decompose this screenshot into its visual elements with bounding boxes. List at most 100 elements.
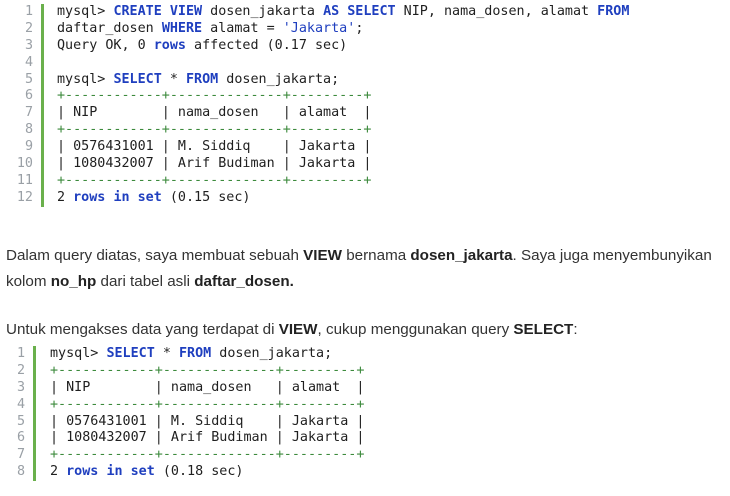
code-line: 3 Query OK, 0 rows affected (0.17 sec) (0, 37, 730, 55)
sql-keyword: SELECT (106, 346, 155, 361)
code-token: ; (355, 20, 364, 36)
bold-term: dosen_jakarta (410, 247, 513, 265)
code-line: 11 +------------+--------------+---------… (0, 172, 730, 190)
paragraph-text: , cukup menggunakan query (317, 321, 514, 339)
sql-keyword: rows (73, 189, 106, 205)
paragraph-text: Dalam query diatas, saya membuat sebuah (6, 247, 304, 265)
sql-keyword: CREATE VIEW (113, 4, 203, 19)
line-number: 7 (0, 447, 36, 465)
code-text: mysql> CREATE VIEW dosen_jakarta AS SELE… (44, 4, 629, 21)
code-text: +------------+--------------+---------+ (36, 397, 364, 414)
bold-term: daftar_dosen. (194, 273, 294, 291)
bold-term: SELECT (513, 321, 574, 339)
line-number: 3 (0, 379, 36, 397)
sql-keyword: AS SELECT (323, 4, 396, 19)
code-text: | 1080432007 | Arif Budiman | Jakarta | (44, 156, 371, 173)
code-token: mysql> (50, 346, 107, 361)
code-token: 2 (57, 189, 74, 205)
code-token: dosen_jakarta (202, 4, 324, 19)
code-token: mysql> (57, 71, 114, 87)
sql-keyword: set (137, 189, 162, 205)
line-number: 12 (0, 189, 44, 207)
code-line: 3 | NIP | nama_dosen | alamat | (0, 379, 730, 397)
code-text: +------------+--------------+---------+ (36, 447, 364, 464)
paragraph-text: bernama (342, 247, 411, 265)
code-text: +------------+--------------+---------+ (44, 88, 371, 105)
line-number: 5 (0, 413, 36, 431)
line-number: 3 (0, 37, 44, 55)
code-line: 9 | 0576431001 | M. Siddiq | Jakarta | (0, 139, 730, 157)
line-number: 8 (0, 122, 44, 140)
code-token: | 0576431001 | M. Siddiq | Jakarta | (50, 413, 365, 429)
code-text: +------------+--------------+---------+ (36, 363, 364, 380)
sql-keyword: rows (153, 37, 186, 53)
code-token: +------------+--------------+---------+ (50, 447, 365, 463)
code-line: 1 mysql> CREATE VIEW dosen_jakarta AS SEL… (0, 4, 730, 21)
sql-keyword: rows (66, 464, 99, 480)
code-line: 10 | 1080432007 | Arif Budiman | Jakarta … (0, 156, 730, 173)
line-number: 4 (0, 396, 36, 414)
code-token: | 0576431001 | M. Siddiq | Jakarta | (57, 139, 372, 155)
bold-term: no_hp (50, 273, 97, 291)
line-number: 2 (0, 362, 36, 380)
code-token: daftar_dosen (57, 20, 162, 36)
line-number: 7 (0, 105, 44, 123)
code-text: +------------+--------------+---------+ (44, 122, 371, 139)
code-token: * (161, 71, 186, 87)
line-number: 10 (0, 156, 44, 173)
line-number: 5 (0, 71, 44, 89)
paragraph-text: dari tabel asli (96, 273, 195, 291)
paragraph-text: : (573, 321, 578, 339)
code-token: Query OK, 0 (57, 37, 154, 53)
sql-keyword: FROM (179, 346, 212, 361)
code-line: 7 | NIP | nama_dosen | alamat | (0, 105, 730, 123)
code-text: daftar_dosen WHERE alamat = 'Jakarta'; (44, 21, 363, 38)
line-number: 9 (0, 139, 44, 157)
line-number: 4 (0, 54, 44, 72)
line-number: 6 (0, 88, 44, 106)
code-line: 7 +------------+--------------+---------+ (0, 447, 730, 465)
code-token: dosen_jakarta; (211, 346, 333, 361)
line-number: 1 (0, 346, 36, 363)
code-line: 2 +------------+--------------+---------+ (0, 362, 730, 380)
code-token: alamat = (202, 20, 283, 36)
code-token: affected (0.17 sec) (186, 37, 348, 53)
code-token: dosen_jakarta; (218, 71, 340, 87)
code-token: | NIP | nama_dosen | alamat | (57, 105, 372, 121)
sql-keyword: SELECT (113, 71, 162, 87)
code-text: | 0576431001 | M. Siddiq | Jakarta | (36, 414, 364, 431)
code-token: NIP, nama_dosen, alamat (395, 4, 598, 19)
sql-keyword: FROM (597, 4, 630, 19)
sql-keyword: set (130, 464, 155, 480)
code-token: | 1080432007 | Arif Budiman | Jakarta | (57, 156, 372, 172)
code-line: 12 2 rows in set (0.15 sec) (0, 189, 730, 207)
code-block-select-view: 1 mysql> SELECT * FROM dosen_jakarta; 2 +--… (0, 346, 730, 492)
line-number: 1 (0, 4, 44, 21)
code-token: (0.18 sec) (154, 464, 244, 480)
code-block-create-view: 1 mysql> CREATE VIEW dosen_jakarta AS SEL… (0, 4, 730, 216)
code-line: 1 mysql> SELECT * FROM dosen_jakarta; (0, 346, 730, 363)
code-line: 6 +------------+--------------+---------+ (0, 88, 730, 106)
line-number: 11 (0, 172, 44, 190)
sql-string: 'Jakarta' (282, 20, 356, 36)
code-line: 4 +------------+--------------+---------+ (0, 396, 730, 414)
bold-term: VIEW (303, 247, 342, 265)
code-text: 2 rows in set (0.18 sec) (36, 464, 244, 481)
paragraph-select-instruction: Untuk mengakses data yang terdapat di VI… (6, 317, 724, 343)
paragraph-text: Untuk mengakses data yang terdapat di (6, 321, 279, 339)
code-line: 2 daftar_dosen WHERE alamat = 'Jakarta'; (0, 20, 730, 38)
code-token: +------------+--------------+---------+ (57, 172, 372, 188)
line-number: 6 (0, 430, 36, 448)
code-line: 6 | 1080432007 | Arif Budiman | Jakarta | (0, 430, 730, 448)
code-token: +------------+--------------+---------+ (57, 88, 372, 104)
code-line: 5 | 0576431001 | M. Siddiq | Jakarta | (0, 413, 730, 431)
code-text: 2 rows in set (0.15 sec) (44, 190, 251, 207)
code-text: | 1080432007 | Arif Budiman | Jakarta | (36, 430, 364, 447)
code-token: | 1080432007 | Arif Budiman | Jakarta | (50, 430, 365, 446)
sql-keyword: in (113, 189, 130, 205)
code-token: (0.15 sec) (161, 189, 251, 205)
sql-keyword: WHERE (161, 20, 203, 36)
code-text: +------------+--------------+---------+ (44, 173, 371, 190)
code-text: | NIP | nama_dosen | alamat | (36, 380, 364, 397)
